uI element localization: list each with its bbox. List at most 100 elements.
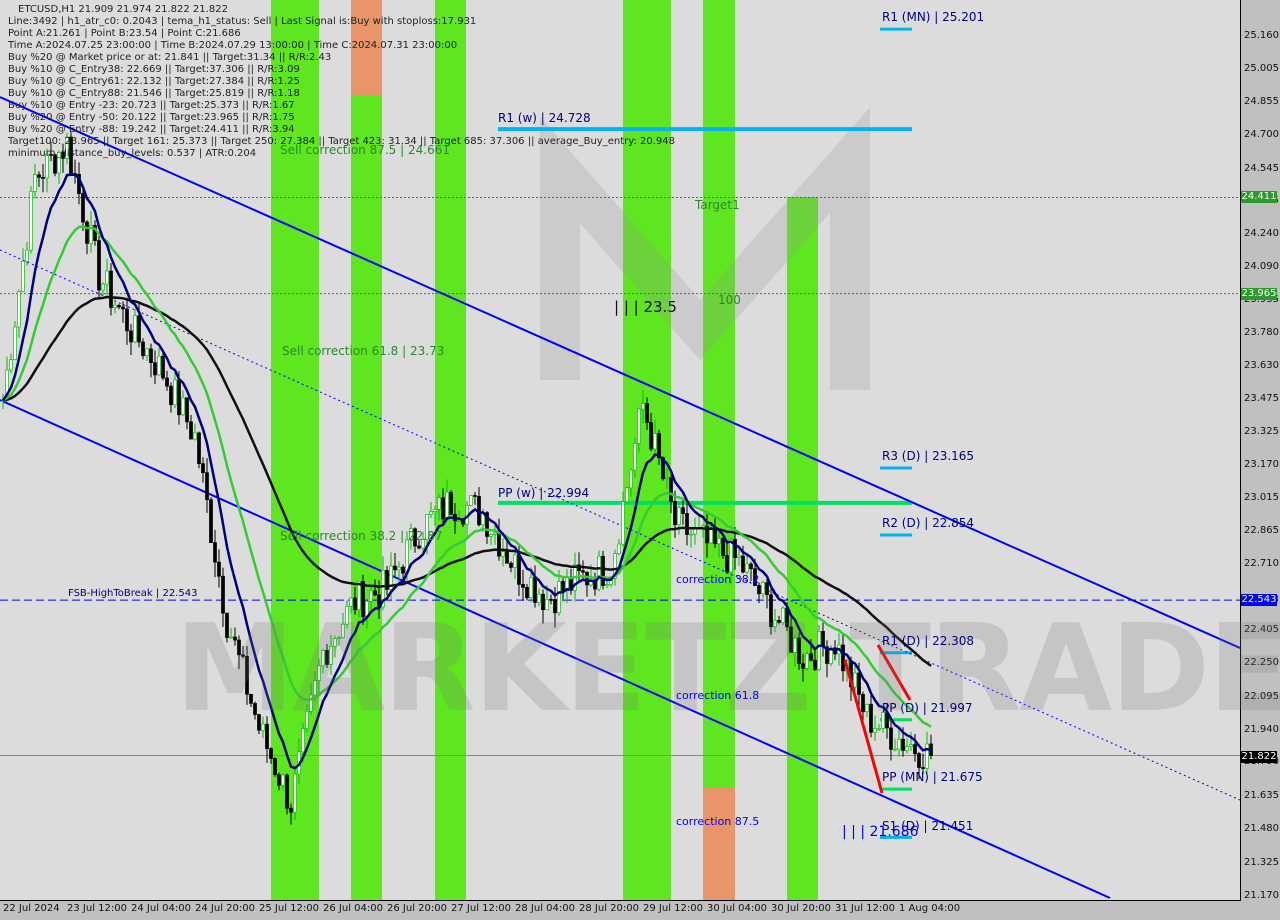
x-tick-label: 1 Aug 04:00 (899, 903, 961, 914)
candle-body (737, 555, 741, 558)
y-tick-label: 21.480 (1244, 823, 1279, 835)
candle-body (157, 355, 161, 376)
candle-body (205, 472, 209, 501)
candle-body (181, 397, 185, 416)
price-badge-22543: 22.543 (1241, 594, 1277, 606)
candle-body (441, 497, 445, 520)
candle-body (289, 807, 293, 813)
candle-body (925, 743, 929, 769)
price-badge-23965: 23.965 (1241, 288, 1277, 300)
x-tick-label: 28 Jul 20:00 (579, 903, 639, 914)
candle-body (129, 330, 133, 343)
info-line: Buy %10 @ C_Entry61: 22.132 || Target:27… (8, 76, 300, 87)
candle-body (677, 507, 681, 526)
symbol-line: ETCUSD,H1 21.909 21.974 21.822 21.822 (18, 4, 228, 15)
r1-mn-label: R1 (MN) | 25.201 (882, 10, 985, 24)
candle-body (281, 774, 285, 786)
candle-body (625, 487, 629, 503)
candle-body (201, 463, 205, 474)
candle-body (749, 563, 753, 570)
candle-body (765, 582, 769, 596)
candle-body (633, 443, 637, 471)
candle-body (725, 555, 729, 573)
target1-label: Target1 (695, 198, 740, 212)
pp-d-label: PP (D) | 21.997 (882, 701, 973, 715)
candle-body (117, 304, 121, 308)
candle-body (905, 746, 909, 751)
pp-w-label: PP (w) | 22.994 (498, 486, 590, 500)
candle-body (21, 260, 25, 292)
correction-382-label: correction 38.2 (676, 573, 760, 586)
y-tick-label: 23.780 (1244, 327, 1279, 339)
y-tick-label: 24.700 (1244, 129, 1279, 141)
candle-body (189, 421, 193, 440)
candle-body (525, 586, 529, 599)
candle-body (41, 177, 45, 179)
x-tick-label: 28 Jul 04:00 (515, 903, 575, 914)
sell-correction-382-label: Sell correction 38.2 | 22.87 (280, 529, 443, 543)
candle-body (169, 385, 173, 406)
candle-body (921, 767, 925, 769)
point-b-label: | | | 23.5 (614, 298, 677, 316)
candle-body (669, 477, 673, 502)
candle-body (561, 580, 565, 592)
candle-body (437, 497, 441, 510)
candle-body (681, 507, 685, 514)
current-price-badge: 21.822 (1241, 751, 1277, 763)
candle-body (133, 315, 137, 343)
candle-body (637, 408, 641, 444)
x-tick-label: 22 Jul 2024 (3, 903, 60, 914)
info-line: Line:3492 | h1_atr_c0: 0.2043 | tema_h1_… (8, 16, 477, 27)
candle-body (33, 174, 37, 192)
candle-body (721, 538, 725, 556)
candle-body (153, 362, 157, 376)
candle-body (501, 551, 505, 557)
candle-body (17, 291, 21, 328)
y-tick-label: 24.090 (1244, 260, 1279, 272)
candle-body (137, 315, 141, 343)
candle-body (617, 543, 621, 554)
candle-body (97, 240, 101, 291)
candle-body (649, 422, 653, 450)
candle-body (645, 403, 649, 423)
x-tick-label: 29 Jul 12:00 (643, 903, 703, 914)
candle-body (273, 758, 277, 776)
candle-body (597, 555, 601, 590)
candle-body (213, 542, 217, 563)
y-tick-label: 24.855 (1244, 95, 1279, 107)
y-tick-label: 23.170 (1244, 458, 1279, 470)
candle-body (25, 249, 29, 262)
price-badge-24411: 24.411 (1241, 191, 1277, 203)
candle-body (917, 753, 921, 768)
y-tick-label: 21.170 (1244, 890, 1279, 901)
y-tick-label: 22.710 (1244, 558, 1279, 570)
pp-mn-label: PP (MN) | 21.675 (882, 770, 983, 784)
candle-body (121, 306, 125, 310)
candle-body (665, 477, 669, 480)
candle-body (517, 554, 521, 585)
candle-body (741, 555, 745, 573)
target-100-label: 100 (718, 293, 741, 307)
candle-body (473, 495, 477, 497)
candle-body (209, 499, 213, 543)
candle-body (709, 527, 713, 544)
candle-body (621, 501, 625, 545)
candle-body (745, 563, 749, 573)
candle-body (145, 348, 149, 357)
candle-body (717, 538, 721, 545)
y-tick-label: 23.630 (1244, 359, 1279, 371)
candle-body (37, 174, 41, 178)
candle-body (533, 577, 537, 603)
candle-body (113, 304, 117, 308)
r3-d-label: R3 (D) | 23.165 (882, 449, 975, 463)
candle-body (285, 774, 289, 809)
watermark: MARKETZ TRADE (175, 600, 1280, 739)
candle-body (909, 744, 913, 748)
candle-body (393, 565, 397, 571)
candle-body (529, 577, 533, 599)
point-c-label: | | | 21.686 (842, 824, 919, 840)
candle-body (397, 566, 401, 571)
correction-875-label: correction 87.5 (676, 815, 760, 828)
candle-body (13, 326, 17, 361)
candle-body (653, 433, 657, 450)
